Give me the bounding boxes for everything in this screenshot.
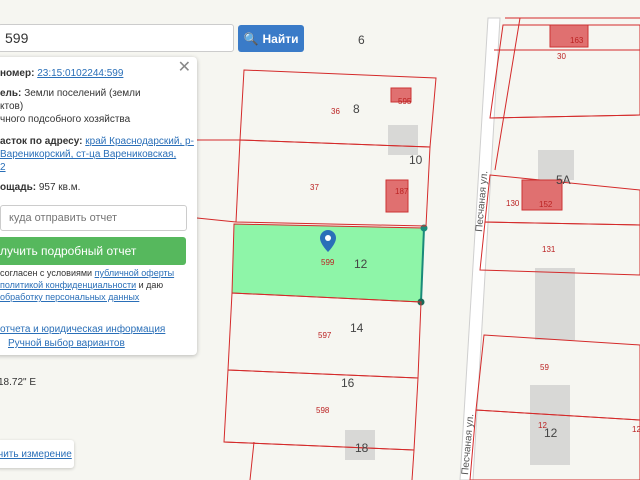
measure-panel: чить измерение — [0, 440, 74, 468]
building — [535, 268, 575, 340]
category-value: Земли поселений (земли — [24, 88, 141, 99]
category-label: ель: — [0, 88, 22, 99]
offer-link[interactable]: публичной оферты — [95, 268, 175, 278]
coordinate-text: 18.72" E — [0, 377, 37, 388]
legal-info-link[interactable]: отчета и юридическая информация — [0, 324, 165, 335]
house-number: 16 — [341, 376, 355, 390]
close-icon[interactable]: ✕ — [178, 60, 191, 76]
search-button[interactable]: 🔍 Найти — [238, 25, 304, 52]
category-value-3: чного подсобного хозяйства — [0, 114, 131, 125]
plot-label: 595 — [398, 97, 412, 106]
plot-label: 130 — [506, 199, 520, 208]
search-icon: 🔍 — [243, 31, 259, 46]
plot-label: 152 — [539, 200, 553, 209]
house-number: 14 — [350, 321, 364, 335]
plot-label: 163 — [570, 36, 584, 45]
consent-text: согласен с условиями — [0, 268, 95, 278]
category-value-2: ктов) — [0, 101, 24, 112]
building — [530, 385, 570, 465]
house-number: 18 — [355, 441, 369, 455]
map-shape — [325, 235, 331, 241]
plot-label: 598 — [316, 406, 330, 415]
area-value: 957 кв.м. — [38, 182, 81, 193]
personal-data-link[interactable]: обработку персональных данных — [0, 292, 139, 302]
search-input[interactable] — [0, 24, 234, 52]
house-number: 8 — [353, 102, 360, 116]
house-number: 12 — [354, 257, 368, 271]
plot-label: 30 — [557, 52, 566, 61]
house-number: 10 — [409, 153, 423, 167]
plot-label: 12 — [632, 425, 640, 434]
plot-label: 599 — [321, 258, 335, 267]
address-link[interactable]: край Краснодарский, р- — [85, 136, 194, 147]
privacy-link[interactable]: политикой конфиденциальности — [0, 280, 136, 290]
plot-label: 37 — [310, 183, 319, 192]
plot-label: 36 — [331, 107, 340, 116]
plot-label: 187 — [395, 187, 409, 196]
number-label: номер: — [0, 68, 35, 79]
building — [388, 125, 418, 155]
address-link-2[interactable]: Вареникорский, ст-ца Варениковская, — [0, 149, 176, 160]
area-label: ощадь: — [0, 182, 37, 193]
plot-label: 597 — [318, 331, 332, 340]
email-input[interactable] — [0, 205, 187, 231]
address-label: асток по адресу: — [0, 136, 83, 147]
house-number: 5А — [556, 173, 571, 187]
address-link-3[interactable]: 2 — [0, 162, 6, 173]
plot-info-panel: ✕ номер: 23:15:0102244:599 ель: Земли по… — [0, 57, 197, 355]
measure-link[interactable]: чить измерение — [0, 449, 72, 460]
manual-select-link[interactable]: Ручной выбор вариантов — [8, 338, 125, 349]
plot-label: 12 — [538, 421, 547, 430]
get-report-button[interactable]: лучить подробный отчет — [0, 237, 186, 265]
house-number: 6 — [358, 33, 365, 47]
plot-label: 131 — [542, 245, 556, 254]
building-red — [385, 179, 409, 213]
plot-label: 59 — [540, 363, 549, 372]
consent-text-2: и даю — [136, 280, 164, 290]
cadastral-number-link[interactable]: 23:15:0102244:599 — [37, 68, 123, 79]
